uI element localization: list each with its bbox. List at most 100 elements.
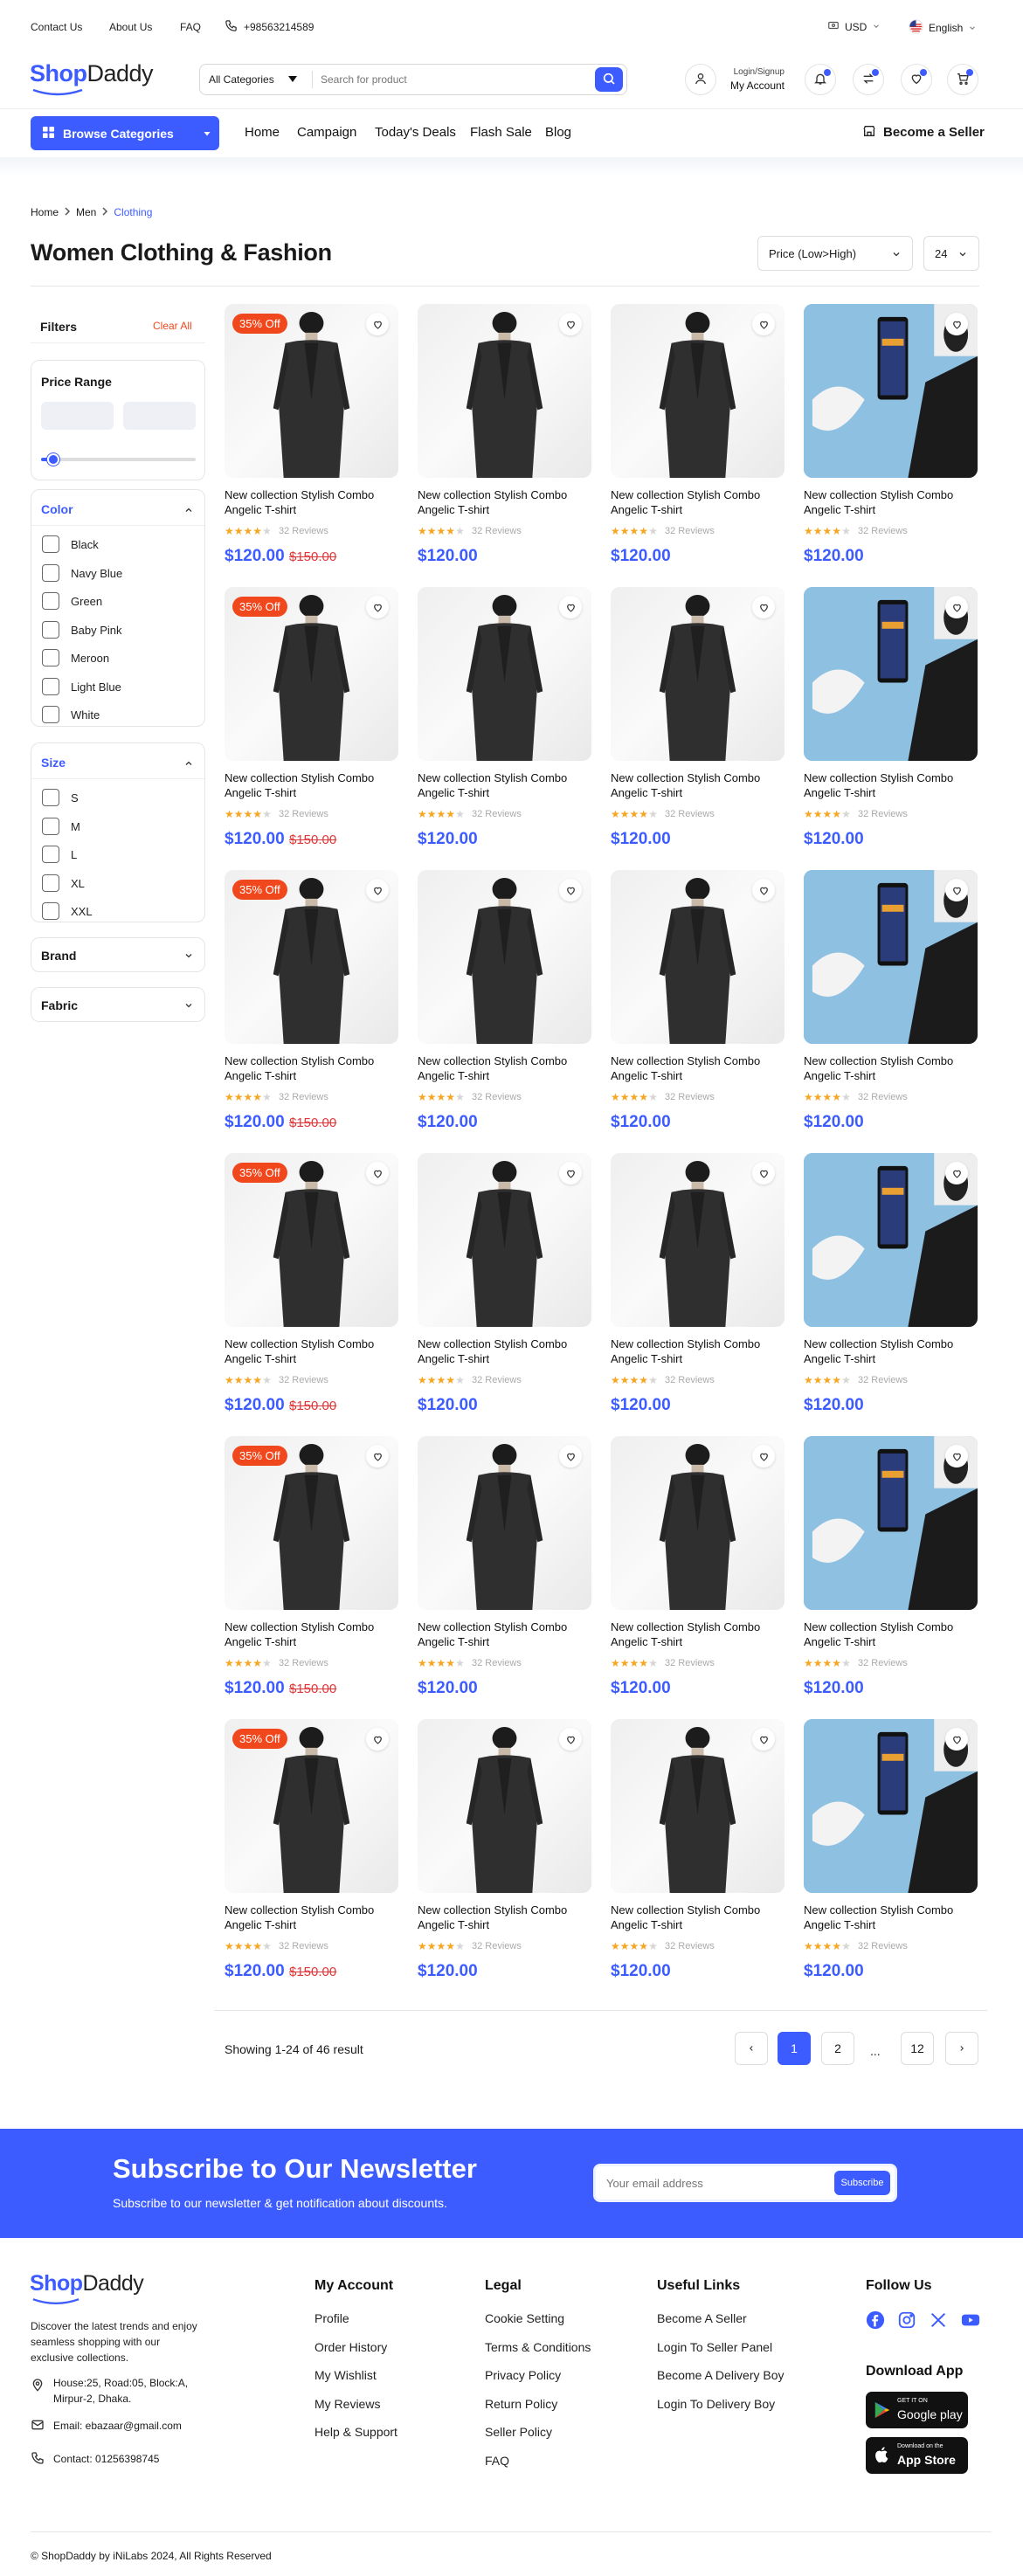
footer-contact[interactable]: Contact: 01256398745	[53, 2453, 159, 2465]
footer-link[interactable]: Login To Delivery Boy	[657, 2397, 775, 2411]
wishlist-heart-button[interactable]	[559, 879, 582, 901]
nav-home[interactable]: Home	[245, 125, 280, 140]
wishlist-heart-button[interactable]	[752, 1162, 775, 1184]
wishlist-heart-button[interactable]	[752, 1445, 775, 1468]
wishlist-heart-button[interactable]	[945, 1728, 968, 1751]
wishlist-heart-button[interactable]	[945, 596, 968, 618]
footer-link[interactable]: My Wishlist	[315, 2368, 377, 2382]
about-us-link[interactable]: About Us	[109, 21, 152, 33]
wishlist-heart-button[interactable]	[945, 313, 968, 335]
language-select[interactable]: English	[909, 19, 977, 37]
footer-link[interactable]: Terms & Conditions	[485, 2340, 591, 2354]
wishlist-heart-button[interactable]	[366, 1445, 389, 1468]
product-name[interactable]: New collection Stylish Combo Angelic T-sh…	[418, 1336, 592, 1366]
checkbox[interactable]	[42, 592, 59, 610]
wishlist-heart-button[interactable]	[752, 313, 775, 335]
chevron-up-icon[interactable]	[183, 505, 194, 518]
product-name[interactable]: New collection Stylish Combo Angelic T-sh…	[225, 1619, 399, 1649]
breadcrumb-men[interactable]: Men	[76, 206, 96, 218]
footer-link[interactable]: Become A Delivery Boy	[657, 2368, 785, 2382]
wishlist-heart-button[interactable]	[559, 1162, 582, 1184]
wishlist-heart-button[interactable]	[366, 1728, 389, 1751]
login-block[interactable]: Login/Signup My Account	[725, 67, 785, 92]
product-name[interactable]: New collection Stylish Combo Angelic T-sh…	[225, 770, 399, 800]
product-name[interactable]: New collection Stylish Combo Angelic T-sh…	[804, 487, 978, 517]
browse-categories-button[interactable]: Browse Categories	[31, 116, 219, 150]
wishlist-heart-button[interactable]	[559, 1728, 582, 1751]
cart-button[interactable]	[947, 64, 978, 95]
product-name[interactable]: New collection Stylish Combo Angelic T-sh…	[611, 770, 785, 800]
faq-link[interactable]: FAQ	[180, 21, 201, 33]
product-name[interactable]: New collection Stylish Combo Angelic T-sh…	[611, 1619, 785, 1649]
product-name[interactable]: New collection Stylish Combo Angelic T-sh…	[611, 1053, 785, 1083]
max-price-input[interactable]	[123, 402, 196, 430]
footer-link[interactable]: Privacy Policy	[485, 2368, 561, 2382]
wishlist-heart-button[interactable]	[752, 1728, 775, 1751]
per-page-select[interactable]: 24	[923, 236, 979, 271]
footer-link[interactable]: Order History	[315, 2340, 387, 2354]
footer-link[interactable]: Profile	[315, 2311, 349, 2325]
min-price-input[interactable]	[41, 402, 114, 430]
category-select[interactable]: All Categories	[209, 73, 297, 86]
footer-link[interactable]: Help & Support	[315, 2425, 397, 2439]
checkbox[interactable]	[42, 789, 59, 806]
product-name[interactable]: New collection Stylish Combo Angelic T-sh…	[804, 770, 978, 800]
app-store-button[interactable]: Download on the App Store	[866, 2437, 968, 2474]
search-button[interactable]	[595, 67, 623, 92]
wishlist-heart-button[interactable]	[366, 596, 389, 618]
product-name[interactable]: New collection Stylish Combo Angelic T-sh…	[225, 487, 399, 517]
footer-link[interactable]: Become A Seller	[657, 2311, 747, 2325]
next-page-button[interactable]	[945, 2032, 978, 2065]
newsletter-email-input[interactable]	[606, 2174, 816, 2192]
product-name[interactable]: New collection Stylish Combo Angelic T-sh…	[225, 1903, 399, 1932]
page-12-button[interactable]: 12	[901, 2032, 934, 2065]
fabric-filter[interactable]: Fabric	[31, 987, 205, 1022]
wishlist-heart-button[interactable]	[366, 879, 389, 901]
sort-select[interactable]: Price (Low>High)	[757, 236, 913, 271]
instagram-icon[interactable]	[897, 2310, 916, 2332]
product-name[interactable]: New collection Stylish Combo Angelic T-sh…	[418, 1619, 592, 1649]
footer-link[interactable]: FAQ	[485, 2454, 509, 2468]
facebook-icon[interactable]	[866, 2310, 885, 2332]
checkbox[interactable]	[42, 620, 59, 639]
page-2-button[interactable]: 2	[821, 2032, 854, 2065]
currency-select[interactable]: USD	[827, 19, 881, 34]
wishlist-heart-button[interactable]	[366, 313, 389, 335]
brand-filter[interactable]: Brand	[31, 937, 205, 972]
product-name[interactable]: New collection Stylish Combo Angelic T-sh…	[804, 1053, 978, 1083]
product-name[interactable]: New collection Stylish Combo Angelic T-sh…	[418, 487, 592, 517]
subscribe-button[interactable]: Subscribe	[834, 2171, 890, 2195]
logo[interactable]: ShopDaddy	[30, 60, 154, 96]
google-play-button[interactable]: GET IT ON Google play	[866, 2392, 968, 2428]
price-slider-thumb[interactable]	[47, 453, 60, 466]
compare-button[interactable]	[853, 64, 884, 95]
wishlist-heart-button[interactable]	[945, 1162, 968, 1184]
wishlist-heart-button[interactable]	[752, 879, 775, 901]
product-name[interactable]: New collection Stylish Combo Angelic T-sh…	[418, 1053, 592, 1083]
checkbox[interactable]	[42, 563, 59, 582]
wishlist-heart-button[interactable]	[559, 313, 582, 335]
product-name[interactable]: New collection Stylish Combo Angelic T-sh…	[611, 1336, 785, 1366]
wishlist-heart-button[interactable]	[945, 1445, 968, 1468]
page-1-button[interactable]: 1	[778, 2032, 811, 2065]
product-name[interactable]: New collection Stylish Combo Angelic T-sh…	[804, 1336, 978, 1366]
product-name[interactable]: New collection Stylish Combo Angelic T-sh…	[225, 1053, 399, 1083]
checkbox[interactable]	[42, 817, 59, 835]
product-name[interactable]: New collection Stylish Combo Angelic T-sh…	[611, 1903, 785, 1932]
search-input[interactable]	[321, 69, 583, 90]
x-twitter-icon[interactable]	[929, 2310, 948, 2332]
footer-link[interactable]: My Reviews	[315, 2397, 380, 2411]
checkbox[interactable]	[42, 535, 59, 553]
footer-email[interactable]: Email: ebazaar@gmail.com	[53, 2420, 182, 2432]
product-name[interactable]: New collection Stylish Combo Angelic T-sh…	[225, 1336, 399, 1366]
nav-flash-sale[interactable]: Flash Sale	[470, 125, 532, 140]
phone-number[interactable]: +98563214589	[244, 21, 314, 33]
checkbox[interactable]	[42, 874, 59, 892]
wishlist-heart-button[interactable]	[559, 596, 582, 618]
become-seller-link[interactable]: Become a Seller	[862, 124, 985, 141]
wishlist-heart-button[interactable]	[945, 879, 968, 901]
product-name[interactable]: New collection Stylish Combo Angelic T-sh…	[418, 1903, 592, 1932]
product-name[interactable]: New collection Stylish Combo Angelic T-sh…	[804, 1903, 978, 1932]
nav-blog[interactable]: Blog	[545, 125, 571, 140]
prev-page-button[interactable]	[735, 2032, 768, 2065]
